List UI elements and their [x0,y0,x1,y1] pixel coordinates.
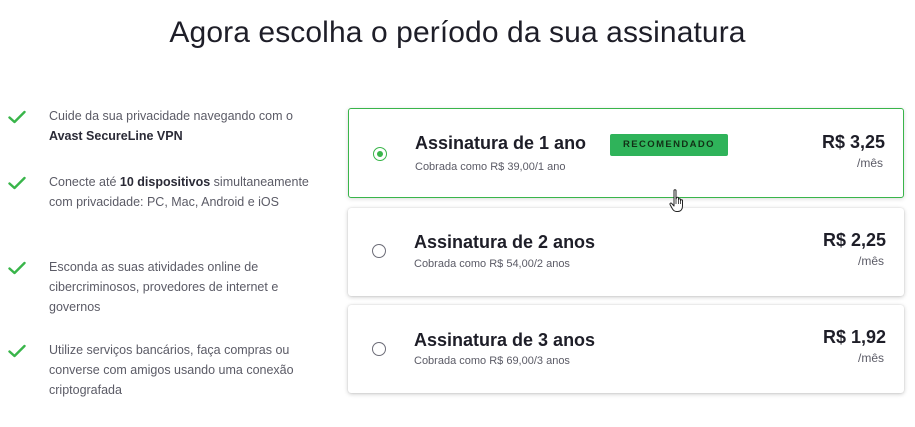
subscription-page: Agora escolha o período da sua assinatur… [0,0,915,427]
plan-name: Assinatura de 2 anos [414,232,596,252]
feature-text: Utilize serviços bancários, faça compras… [49,340,319,400]
plan-option-2-years[interactable]: Assinatura de 2 anos Cobrada como R$ 54,… [348,208,904,296]
page-title: Agora escolha o período da sua assinatur… [169,16,746,49]
plan-billing: Cobrada como R$ 39,00/1 ano [415,161,566,173]
recommended-badge: RECOMENDADO [610,134,728,156]
plan-radio-1-year[interactable] [373,147,387,161]
feature-text-bold: Avast SecureLine VPN [49,129,183,143]
check-icon [8,261,26,275]
plan-per-month: /mês [857,254,884,268]
feature-text-bold: 10 dispositivos [119,175,211,189]
feature-text-pre: Esconda as suas atividades online de cib… [49,260,279,314]
feature-text: Esconda as suas atividades online de cib… [49,257,319,317]
plan-radio-2-years[interactable] [372,244,386,258]
plan-billing: Cobrada como R$ 54,00/2 anos [414,258,570,270]
check-icon [8,110,26,124]
feature-text: Cuide da sua privacidade navegando com o… [49,106,319,146]
plan-price: R$ 3,25 [821,132,885,152]
plan-price: R$ 2,25 [822,230,886,250]
plan-price: R$ 1,92 [822,327,886,347]
feature-text-pre: Conecte até [49,175,120,189]
feature-text-pre: Utilize serviços bancários, faça compras… [49,343,294,397]
plan-radio-3-years[interactable] [372,342,386,356]
plan-option-1-year[interactable]: Assinatura de 1 ano RECOMENDADO Cobrada … [348,108,904,198]
plan-per-month: /mês [856,156,883,170]
hand-pointer-icon [669,189,683,212]
feature-text: Conecte até 10 dispositivos simultaneame… [49,172,319,212]
plan-billing: Cobrada como R$ 69,00/3 anos [414,355,570,367]
plan-option-3-years[interactable]: Assinatura de 3 anos Cobrada como R$ 69,… [348,305,904,393]
plan-name: Assinatura de 3 anos [414,330,596,350]
check-icon [8,344,26,358]
plan-per-month: /mês [857,351,884,365]
plan-name: Assinatura de 1 ano [415,133,587,153]
check-icon [8,176,26,190]
feature-text-pre: Cuide da sua privacidade navegando com o [49,109,293,123]
